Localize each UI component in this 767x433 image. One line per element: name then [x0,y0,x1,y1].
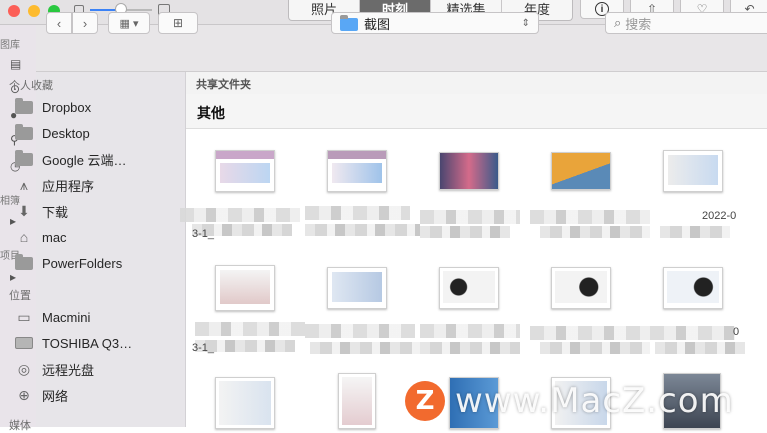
blurred-filename [530,210,650,224]
blurred-filename [305,224,420,236]
filename-fragment: 2022-0 [702,210,737,222]
path-popup[interactable]: 截图 ⇕ [331,12,539,34]
file-thumbnail[interactable] [663,267,723,309]
blurred-filename [195,322,305,336]
file-thumbnail[interactable] [215,377,275,429]
forward-button[interactable]: › [72,12,98,34]
group-header: 其他 [186,94,767,129]
sidebar-item-toshiba[interactable]: TOSHIBA Q3… [14,332,144,354]
blurred-filename [540,226,650,238]
folder-icon [340,14,358,31]
chevron-left-icon: ‹ [56,15,62,31]
close-window-button[interactable] [8,5,20,17]
folder-icon [15,149,33,166]
favorites-section-title: 个人收藏 [9,80,53,92]
blurred-filename [660,226,730,238]
file-thumbnail[interactable] [327,150,387,192]
disk-icon [15,337,33,349]
file-thumbnail[interactable] [551,267,611,309]
file-thumbnail[interactable] [215,150,275,192]
folder-icon [15,123,33,140]
sidebar-item-applications[interactable]: ⩚ 应用程序 [14,174,144,196]
sidebar-item-desktop[interactable]: Desktop [14,122,144,144]
sidebar-item-dropbox[interactable]: Dropbox [14,96,144,118]
filename-fragment: 3-1_ [192,342,215,354]
sidebar-item-downloads[interactable]: ⬇ 下载 [14,200,144,222]
locations-section-title: 位置 [9,290,31,302]
blurred-filename [420,324,520,338]
blurred-filename [650,326,735,340]
applications-icon: ⩚ [20,176,28,193]
blurred-filename [420,342,520,354]
search-icon: ⌕ [614,15,622,30]
computer-icon: ▭ [17,308,31,325]
blurred-filename [305,206,410,220]
blurred-filename [310,342,420,354]
file-thumbnail[interactable] [338,373,376,429]
back-button[interactable]: ‹ [46,12,72,34]
sidebar-item-home[interactable]: ⌂ mac [14,226,144,248]
file-thumbnail[interactable] [327,267,387,309]
photos-sidebar-library-label: 图库 [0,40,20,51]
minimize-window-button[interactable] [28,5,40,17]
library-photo-icon[interactable]: ▤ [10,57,24,71]
globe-icon: ⊕ [18,386,30,403]
file-thumbnail[interactable] [215,265,275,311]
sidebar-item-network[interactable]: ⊕ 网络 [14,384,144,406]
search-field[interactable]: ⌕ 搜索 [605,12,767,34]
icon-grid-icon: ▦ ▾ [119,17,139,30]
new-folder-icon: ⊞ [172,16,184,30]
sidebar-item-macmini[interactable]: ▭ Macmini [14,306,144,328]
blurred-filename [655,342,745,354]
blurred-filename [420,210,520,224]
blurred-filename [420,226,510,238]
home-icon: ⌂ [19,229,29,245]
watermark: Z www.MacZ.com [405,378,734,424]
updown-chevron-icon: ⇕ [521,17,530,29]
folder-icon [15,253,33,270]
file-thumbnail[interactable] [663,150,723,192]
view-options-button[interactable]: ▦ ▾ [108,12,150,34]
sidebar-item-google-drive[interactable]: Google 云端… [14,148,144,170]
watermark-logo: Z [405,381,445,421]
file-thumbnail[interactable] [439,267,499,309]
filename-fragment: 0 [733,326,740,338]
sidebar-item-remote-disc[interactable]: ◎ 远程光盘 [14,358,144,380]
disc-icon: ◎ [17,360,31,377]
shared-folder-header: 共享文件夹 [186,72,767,95]
blurred-filename [530,326,650,340]
download-icon: ⬇ [18,202,30,219]
new-folder-button[interactable]: ⊞ [158,12,198,34]
blurred-filename [180,208,300,222]
sidebar-item-powerfolders[interactable]: PowerFolders [14,252,144,274]
search-placeholder: 搜索 [625,16,652,32]
watermark-text: www.MacZ.com [455,381,734,421]
file-thumbnail[interactable] [551,152,611,190]
chevron-right-icon: › [82,15,88,31]
path-title: 截图 [364,16,391,32]
folder-icon [15,97,33,114]
blurred-filename [305,324,415,338]
filename-fragment: 3-1_ [192,228,215,240]
file-thumbnail[interactable] [439,152,499,190]
blurred-filename [540,342,650,354]
media-section-title: 媒体 [9,420,31,432]
